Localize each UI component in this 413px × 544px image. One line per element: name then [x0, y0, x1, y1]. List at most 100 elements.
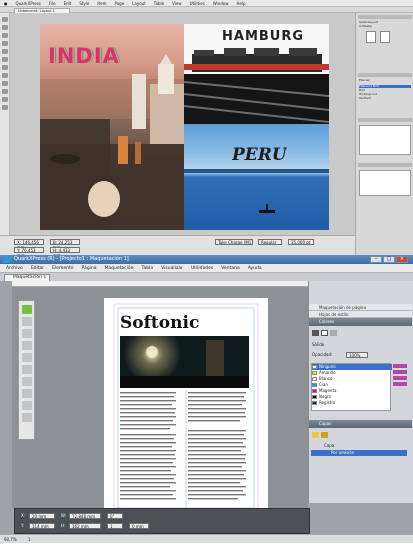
style-sheets-panel[interactable]: Hojas de estilo: [309, 311, 412, 318]
menu-item-editar[interactable]: Editar: [31, 266, 44, 271]
picture-tool-icon[interactable]: [22, 341, 32, 350]
pen-tool-icon[interactable]: [2, 57, 8, 62]
master-row[interactable]: A-Master: [359, 25, 411, 28]
fill-color-icon[interactable]: [321, 330, 328, 336]
menu-item-ayuda[interactable]: Ayuda: [248, 266, 262, 271]
h-field[interactable]: 162 mm: [69, 523, 101, 529]
inset-field[interactable]: 0 mm: [129, 523, 149, 529]
color-mode-label[interactable]: Sólido: [312, 342, 324, 347]
w-field[interactable]: 72,848 mm: [69, 513, 101, 519]
unlink-tool-icon[interactable]: [2, 105, 8, 110]
layer-row[interactable]: Bild: [359, 89, 411, 92]
apple-menu-icon[interactable]: ●: [4, 1, 8, 6]
menu-item-archivo[interactable]: Archivo: [6, 266, 23, 271]
page-layout-panel[interactable]: Maquetación de página: [309, 304, 412, 311]
menu-item-utilities[interactable]: Utilities: [190, 1, 205, 6]
font-field[interactable]: Take Charge (M1): [215, 239, 253, 245]
text-color-icon[interactable]: [330, 330, 337, 336]
move-tool-icon[interactable]: [22, 305, 32, 314]
menu-item-app[interactable]: QuarkXPress: [16, 1, 41, 6]
menu-item-table[interactable]: Table: [154, 1, 164, 6]
page-image[interactable]: [120, 336, 249, 388]
body-text-columns[interactable]: [120, 390, 250, 505]
columns-field[interactable]: 1: [107, 523, 123, 529]
maximize-button[interactable]: □: [383, 256, 395, 263]
y-field[interactable]: 114 mm: [29, 523, 55, 529]
menu-item-edit[interactable]: Edit: [64, 1, 72, 6]
layout-tab[interactable]: Maquetación 1: [4, 274, 50, 281]
swatches-list[interactable]: [359, 170, 411, 196]
layers-panel-header[interactable]: Capas: [309, 420, 412, 428]
eyedropper-tool-icon[interactable]: [2, 89, 8, 94]
item-tool-icon[interactable]: [2, 17, 8, 22]
x-field[interactable]: 20 mm: [29, 513, 55, 519]
peru-photo[interactable]: [184, 124, 329, 230]
table-tool-icon[interactable]: [22, 389, 32, 398]
zoom-tool-icon[interactable]: [2, 73, 8, 78]
opacity-field[interactable]: 100%: [346, 352, 368, 358]
line-tool-icon[interactable]: [22, 365, 32, 374]
menu-item-maquetacion[interactable]: Maquetación: [105, 266, 134, 271]
font-style-field[interactable]: Regular: [258, 239, 282, 245]
close-button[interactable]: ×: [396, 256, 408, 263]
menu-item-pagina[interactable]: Página: [82, 266, 97, 271]
swatch-row[interactable]: Registro: [312, 400, 392, 406]
delete-layer-icon[interactable]: [321, 432, 328, 438]
layers-panel-header[interactable]: [358, 73, 412, 77]
swatches-panel-header[interactable]: [358, 163, 412, 167]
layer-row-selected[interactable]: Por omisión: [311, 450, 407, 456]
layer-row[interactable]: Hintergrund: [359, 93, 411, 96]
page-number[interactable]: 1: [28, 537, 31, 542]
page-heading[interactable]: Softonic: [120, 313, 199, 333]
page-thumbnail[interactable]: [380, 31, 390, 43]
page-layout-panel-header[interactable]: [358, 15, 412, 19]
menu-item-ventana[interactable]: Ventana: [221, 266, 239, 271]
colors-panel-header[interactable]: [358, 118, 412, 122]
layer-row[interactable]: Textfeld: [359, 97, 411, 100]
picture-box-tool-icon[interactable]: [2, 41, 8, 46]
content-tool-icon[interactable]: [22, 317, 32, 326]
minimize-button[interactable]: –: [370, 256, 382, 263]
india-title: INDIA: [48, 44, 120, 68]
w-field[interactable]: B: 24,253 mm: [50, 239, 80, 250]
text-box-tool-icon[interactable]: [2, 33, 8, 38]
pen-tool-icon[interactable]: [22, 377, 32, 386]
pan-tool-icon[interactable]: [2, 81, 8, 86]
angle-field[interactable]: 0°: [107, 513, 123, 519]
menu-item-window[interactable]: Window: [213, 1, 229, 6]
menu-item-page[interactable]: Page: [114, 1, 124, 6]
page-thumbnail[interactable]: [366, 31, 376, 43]
horizontal-ruler[interactable]: [12, 281, 308, 287]
h-field[interactable]: H: 4,433 mm: [50, 247, 80, 258]
stroke-color-icon[interactable]: [312, 330, 319, 336]
zoom-level[interactable]: 90,7%: [4, 537, 17, 542]
table-tool-icon[interactable]: [2, 65, 8, 70]
font-size-field[interactable]: 35,000 pt: [288, 239, 314, 245]
menu-item-tabla[interactable]: Tabla: [142, 266, 154, 271]
menu-item-utilidades[interactable]: Utilidades: [191, 266, 213, 271]
pan-tool-icon[interactable]: [22, 413, 32, 422]
x-field[interactable]: X: 146,456 mm: [14, 239, 44, 250]
menu-item-visualizar[interactable]: Visualizar: [161, 266, 183, 271]
colors-list[interactable]: [359, 125, 411, 155]
link-tool-icon[interactable]: [2, 97, 8, 102]
new-layer-icon[interactable]: [312, 432, 319, 438]
line-tool-icon[interactable]: [2, 49, 8, 54]
menu-item-item[interactable]: Item: [97, 1, 106, 6]
shape-tool-icon[interactable]: [22, 353, 32, 362]
menu-item-elemento[interactable]: Elemento: [52, 266, 73, 271]
y-field[interactable]: Y: 76,453 mm: [14, 247, 44, 258]
text-tool-icon[interactable]: [22, 329, 32, 338]
menu-item-style[interactable]: Style: [79, 1, 89, 6]
y-label: Y:: [21, 523, 25, 528]
menu-item-help[interactable]: Help: [236, 1, 245, 6]
mac-menubar: ● QuarkXPress File Edit Style Item Page …: [0, 0, 413, 7]
colors-panel-header[interactable]: Colores: [309, 318, 412, 326]
zoom-tool-icon[interactable]: [22, 401, 32, 410]
page-layout-row[interactable]: Seitenlayout: [359, 21, 411, 24]
menu-item-layout[interactable]: Layout: [132, 1, 146, 6]
layer-row-selected[interactable]: Titel und Bild: [359, 85, 411, 88]
content-tool-icon[interactable]: [2, 25, 8, 30]
menu-item-file[interactable]: File: [49, 1, 56, 6]
menu-item-view[interactable]: View: [172, 1, 182, 6]
